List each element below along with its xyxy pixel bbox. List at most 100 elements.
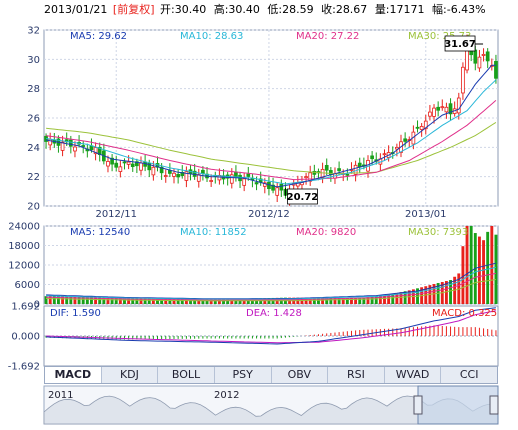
volume-legend-3: MA20: 9820 — [296, 227, 356, 238]
volume-bar — [494, 234, 498, 304]
candle-body — [139, 162, 143, 171]
quote-date: 2013/01/21 — [44, 3, 107, 16]
candle-body — [242, 178, 247, 186]
volume-bar — [469, 226, 473, 304]
candle-body — [126, 161, 131, 165]
candle-body — [196, 174, 201, 182]
candle-body — [494, 60, 498, 79]
tab-psy[interactable]: PSY — [215, 367, 272, 383]
price-legend-1: MA5: 29.62 — [70, 31, 127, 42]
candle-body — [304, 176, 308, 179]
volume-panel-tick-label: 6000 — [15, 280, 40, 291]
low-annotation-label: 20.72 — [287, 192, 319, 203]
quote-volume: 量:17171 — [375, 3, 425, 16]
quote-header: 2013/01/21 [前复权] 开:30.40 高:30.40 低:28.59… — [44, 2, 486, 16]
candle-body — [473, 49, 478, 64]
quote-low: 低:28.59 — [267, 3, 313, 16]
candle-body — [275, 187, 280, 196]
overview-year-label: 2012 — [214, 390, 239, 401]
candle-body — [436, 106, 440, 111]
candle-body — [428, 111, 432, 117]
candle-body — [68, 139, 73, 147]
tab-wvad[interactable]: WVAD — [385, 367, 442, 383]
volume-panel-tick-label: 12000 — [8, 261, 40, 272]
price-panel-tick-label: 32 — [27, 26, 40, 37]
overview-year-label: 2011 — [48, 390, 73, 401]
volume-legend-2: MA10: 11852 — [180, 227, 247, 238]
candle-body — [382, 153, 387, 156]
tab-rsi[interactable]: RSI — [328, 367, 385, 383]
tab-cci[interactable]: CCI — [441, 367, 497, 383]
candle-body — [106, 161, 110, 167]
candle-body — [130, 163, 135, 168]
candle-body — [246, 173, 251, 177]
candle-body — [201, 169, 205, 174]
volume-bar — [387, 294, 391, 304]
quote-open: 开:30.40 — [160, 3, 206, 16]
tab-obv[interactable]: OBV — [272, 367, 329, 383]
high-annotation-label: 31.67 — [444, 39, 476, 50]
tab-boll[interactable]: BOLL — [158, 367, 215, 383]
candle-body — [229, 174, 234, 184]
candle-body — [176, 173, 180, 178]
candle-body — [168, 170, 172, 174]
candle-body — [122, 161, 127, 164]
candle-body — [481, 53, 486, 56]
macd-panel-tick-label: 0.000 — [11, 332, 40, 343]
candle-body — [118, 166, 123, 172]
price-panel-tick-label: 22 — [27, 172, 40, 183]
volume-bar — [345, 298, 349, 304]
overview-left-handle[interactable] — [413, 395, 423, 415]
candle-body — [209, 180, 213, 182]
overview-selection — [417, 385, 499, 425]
price-panel-tick-label: 30 — [27, 55, 40, 66]
date-tick-label: 2012/12 — [248, 209, 290, 220]
candle-body — [337, 168, 341, 172]
macd-legend-macd: MACD: 0.325 — [432, 308, 497, 319]
candle-body — [432, 107, 436, 117]
macd-legend-dea: DEA: 1.428 — [246, 308, 302, 319]
date-tick-label: 2012/11 — [95, 209, 137, 220]
macd-panel-tick-label: 1.692 — [11, 302, 40, 313]
candle-body — [279, 183, 284, 191]
candle-body — [370, 155, 374, 160]
volume-bar — [486, 231, 490, 304]
candle-body — [461, 66, 465, 94]
price-panel-tick-label: 24 — [27, 143, 40, 154]
volume-panel-tick-label: 24000 — [8, 222, 40, 233]
macd-panel-tick-label: -1.692 — [8, 362, 40, 373]
candle-body — [444, 106, 449, 113]
candle-body — [81, 145, 86, 147]
candle-body — [345, 173, 350, 176]
candle-body — [73, 146, 77, 152]
candle-body — [415, 126, 420, 129]
candle-body — [324, 164, 329, 171]
candle-body — [114, 162, 119, 168]
candle-body — [254, 182, 259, 185]
indicator-tabs: MACD KDJ BOLL PSY OBV RSI WVAD CCI — [44, 366, 498, 384]
price-legend-2: MA10: 28.63 — [180, 31, 243, 42]
candle-body — [485, 51, 490, 62]
date-tick-label: 2013/01 — [405, 209, 447, 220]
candle-body — [440, 106, 445, 109]
price-panel-tick-label: 20 — [27, 202, 40, 213]
volume-legend-4: MA30: 7393 — [408, 227, 468, 238]
volume-bar — [461, 246, 465, 304]
candle-body — [234, 171, 238, 178]
quote-high: 高:30.40 — [214, 2, 260, 16]
price-panel-tick-label: 26 — [27, 114, 40, 125]
candle-body — [163, 175, 168, 177]
macd-legend-dif: DIF: 1.590 — [50, 308, 101, 319]
tab-macd[interactable]: MACD — [45, 367, 102, 383]
quote-close: 收:28.67 — [321, 2, 367, 16]
candle-body — [172, 172, 176, 177]
candle-body — [151, 166, 156, 176]
price-panel-tick-label: 28 — [27, 84, 40, 95]
quote-change: 幅:-6.43% — [432, 3, 486, 16]
candle-body — [403, 138, 407, 142]
tab-kdj[interactable]: KDJ — [102, 367, 159, 383]
volume-panel-tick-label: 18000 — [8, 241, 40, 252]
volume-bar — [94, 296, 98, 304]
overview-right-handle[interactable] — [489, 395, 499, 415]
quote-adjust[interactable]: [前复权] — [113, 2, 155, 16]
